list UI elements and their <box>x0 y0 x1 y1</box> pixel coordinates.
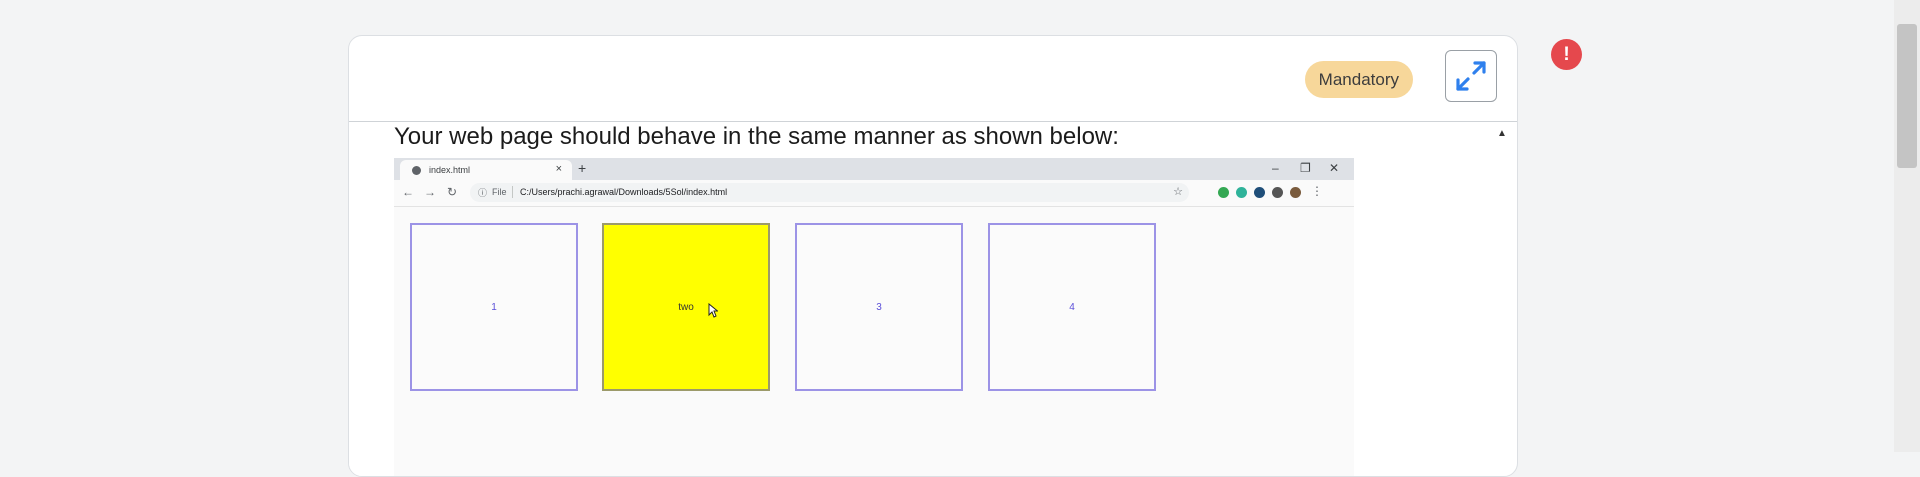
browser-screenshot: index.html × + – ❐ ✕ ← → ↻ ⓘ File C:/Use… <box>394 158 1354 476</box>
forward-icon: → <box>424 185 436 199</box>
scrollbar-thumb[interactable] <box>1897 24 1917 168</box>
demo-box-label: 4 <box>1069 301 1075 313</box>
puzzle-extension-icon <box>1272 187 1283 198</box>
page: { "header": { "badge_label": "Mandatory"… <box>0 0 1920 477</box>
url-text: C:/Users/prachi.agrawal/Downloads/5Sol/i… <box>520 187 728 197</box>
file-label: File <box>492 187 507 197</box>
demo-box-label: 1 <box>491 301 497 313</box>
new-tab-icon: + <box>578 160 587 176</box>
circle-extension-icon <box>1236 187 1247 198</box>
vue-extension-icon <box>1254 187 1265 198</box>
info-icon: ⓘ <box>478 188 488 198</box>
mouse-pointer-icon <box>708 303 718 318</box>
minimize-icon: – <box>1272 161 1279 175</box>
shield-extension-icon <box>1218 187 1229 198</box>
window-close-icon: ✕ <box>1329 161 1340 175</box>
browser-toolbar: ← → ↻ ⓘ File C:/Users/prachi.agrawal/Dow… <box>394 180 1354 207</box>
restore-icon: ❐ <box>1300 161 1311 175</box>
question-content: Your web page should behave in the same … <box>349 122 1492 476</box>
scroll-up-arrow-icon[interactable]: ▲ <box>1497 128 1507 139</box>
kebab-menu-icon: ⋮ <box>1311 184 1323 198</box>
globe-icon <box>412 166 421 175</box>
expand-button[interactable] <box>1445 50 1497 102</box>
tab-title: index.html <box>429 165 471 175</box>
demo-box-4: 4 <box>988 223 1156 391</box>
card-header: Mandatory <box>349 36 1517 122</box>
browser-tab: index.html × <box>400 160 572 180</box>
back-icon: ← <box>402 185 414 199</box>
profile-avatar-icon <box>1290 187 1301 198</box>
question-card: Mandatory Your web page should behave in… <box>348 35 1518 477</box>
star-icon: ☆ <box>1173 186 1183 198</box>
demo-box-3: 3 <box>795 223 963 391</box>
address-separator <box>512 186 513 198</box>
address-bar: ⓘ File C:/Users/prachi.agrawal/Downloads… <box>470 183 1189 202</box>
expand-arrows-icon <box>1456 61 1486 91</box>
page-scrollbar[interactable] <box>1894 0 1920 452</box>
demo-box-2: two <box>602 223 770 391</box>
demo-box-1: 1 <box>410 223 578 391</box>
error-alert-icon[interactable]: ! <box>1551 39 1582 70</box>
reload-icon: ↻ <box>447 185 458 199</box>
close-icon: × <box>555 163 562 175</box>
demo-box-label: two <box>678 301 694 313</box>
demo-box-label: 3 <box>876 301 882 313</box>
instruction-text: Your web page should behave in the same … <box>394 123 1119 150</box>
browser-tab-bar: index.html × + – ❐ ✕ <box>394 158 1354 180</box>
mandatory-badge: Mandatory <box>1304 61 1413 98</box>
